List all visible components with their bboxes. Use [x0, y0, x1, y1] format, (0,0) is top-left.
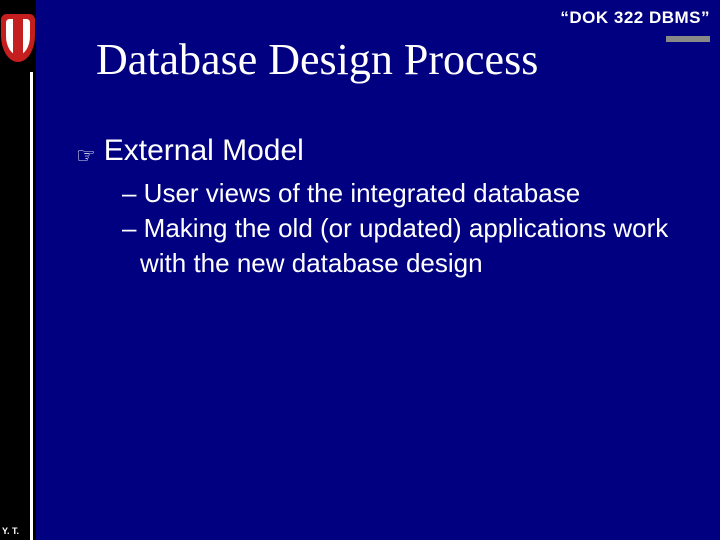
pointing-hand-icon: ☞ — [76, 145, 96, 167]
bullet-item: ☞ External Model — [76, 134, 700, 168]
sub-list: – User views of the integrated database … — [122, 176, 700, 281]
vertical-divider — [30, 72, 33, 540]
slide-body: “DOK 322 DBMS” Database Design Process ☞… — [36, 0, 720, 540]
content-area: ☞ External Model – User views of the int… — [76, 134, 700, 281]
sub-item: – User views of the integrated database — [122, 176, 700, 211]
university-logo — [0, 14, 36, 72]
sub-item: – Making the old (or updated) applicatio… — [122, 211, 700, 281]
course-label: “DOK 322 DBMS” — [560, 8, 710, 28]
corner-underline — [666, 36, 710, 42]
slide-title: Database Design Process — [96, 34, 538, 85]
footer-initials: Y. T. — [2, 526, 19, 536]
bullet-text: External Model — [104, 134, 304, 168]
